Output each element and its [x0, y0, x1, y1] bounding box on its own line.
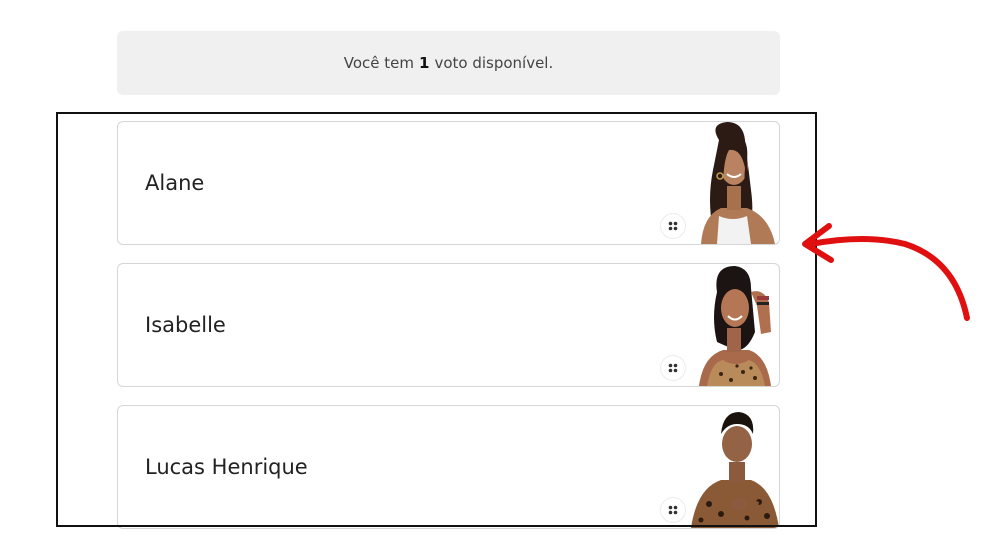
red-curved-arrow-icon	[795, 220, 975, 334]
banner-prefix: Você tem	[343, 54, 414, 72]
votes-available-banner: Você tem 1 voto disponível.	[117, 31, 780, 95]
candidate-name: Isabelle	[145, 313, 226, 337]
vote-count: 1	[419, 54, 430, 72]
candidate-name: Alane	[145, 171, 205, 195]
drag-handle-icon[interactable]	[661, 214, 685, 238]
banner-suffix: voto disponível.	[434, 54, 554, 72]
drag-handle-icon[interactable]	[661, 356, 685, 380]
candidate-name: Lucas Henrique	[145, 455, 308, 479]
drag-handle-icon[interactable]	[661, 498, 685, 522]
